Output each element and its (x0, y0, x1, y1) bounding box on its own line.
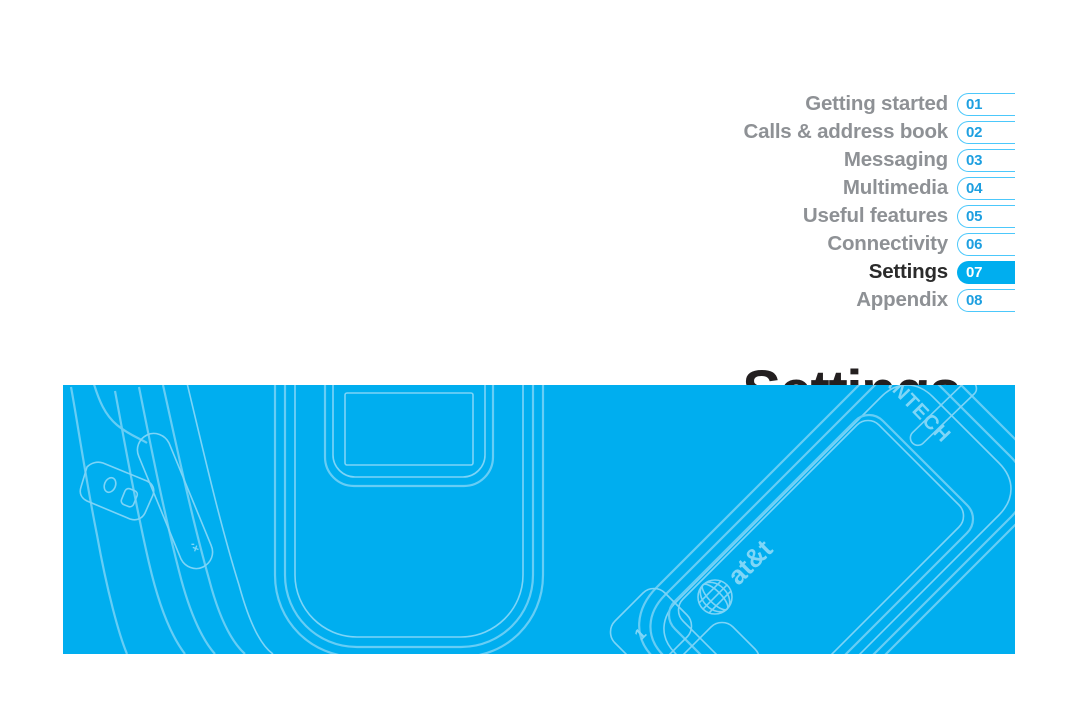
chapter-number: 04 (966, 179, 983, 197)
chapter-label: Getting started (805, 91, 948, 115)
chapter-row-appendix[interactable]: Appendix 08 (0, 286, 1015, 314)
chapter-row-messaging[interactable]: Messaging 03 (0, 146, 1015, 174)
chapter-number: 08 (966, 291, 983, 309)
chapter-row-multimedia[interactable]: Multimedia 04 (0, 174, 1015, 202)
hero-banner: - + PANTECH 1 at&t (63, 385, 1015, 654)
chapter-number-badge[interactable]: 04 (957, 176, 1015, 200)
chapter-row-settings[interactable]: Settings 07 (0, 258, 1015, 286)
chapter-label: Messaging (843, 147, 948, 171)
chapter-number: 07 (966, 263, 983, 281)
chapter-label: Useful features (802, 203, 948, 227)
chapter-number-badge[interactable]: 02 (957, 120, 1015, 144)
chapter-number-badge[interactable]: 01 (957, 92, 1015, 116)
carrier-name-text: at&t (721, 533, 778, 590)
chapter-label: Appendix (856, 287, 948, 311)
chapter-row-connectivity[interactable]: Connectivity 06 (0, 230, 1015, 258)
chapter-label: Multimedia (842, 175, 948, 199)
center-phone-front-view (273, 385, 545, 654)
chapter-number: 02 (966, 123, 983, 141)
chapter-number: 03 (966, 151, 983, 169)
chapter-row-getting-started[interactable]: Getting started 01 (0, 90, 1015, 118)
chapter-row-useful-features[interactable]: Useful features 05 (0, 202, 1015, 230)
chapter-label: Settings (868, 259, 948, 283)
phone-line-art: - + PANTECH 1 at&t (69, 385, 1015, 654)
chapter-number-badge-active[interactable]: 07 (957, 260, 1015, 284)
keypad-key-1: 1 (632, 625, 650, 643)
chapter-label: Calls & address book (743, 119, 949, 143)
chapter-number-badge[interactable]: 06 (957, 232, 1015, 256)
carrier-logo-att: at&t (697, 533, 779, 615)
keypad-area: 1 (609, 587, 760, 654)
chapter-number: 06 (966, 235, 983, 253)
chapter-number-badge[interactable]: 03 (957, 148, 1015, 172)
chapter-number: 01 (966, 95, 983, 113)
chapter-number: 05 (966, 207, 983, 225)
chapter-index: Getting started 01 Calls & address book … (0, 90, 1015, 314)
left-phone-side-view: - (69, 385, 274, 654)
chapter-number-badge[interactable]: 08 (957, 288, 1015, 312)
chapter-number-badge[interactable]: 05 (957, 204, 1015, 228)
chapter-label: Connectivity (827, 231, 948, 255)
chapter-row-calls-address-book[interactable]: Calls & address book 02 (0, 118, 1015, 146)
brand-pantech-text: PANTECH (868, 385, 955, 447)
pantech-brand-label: PANTECH (868, 385, 955, 447)
